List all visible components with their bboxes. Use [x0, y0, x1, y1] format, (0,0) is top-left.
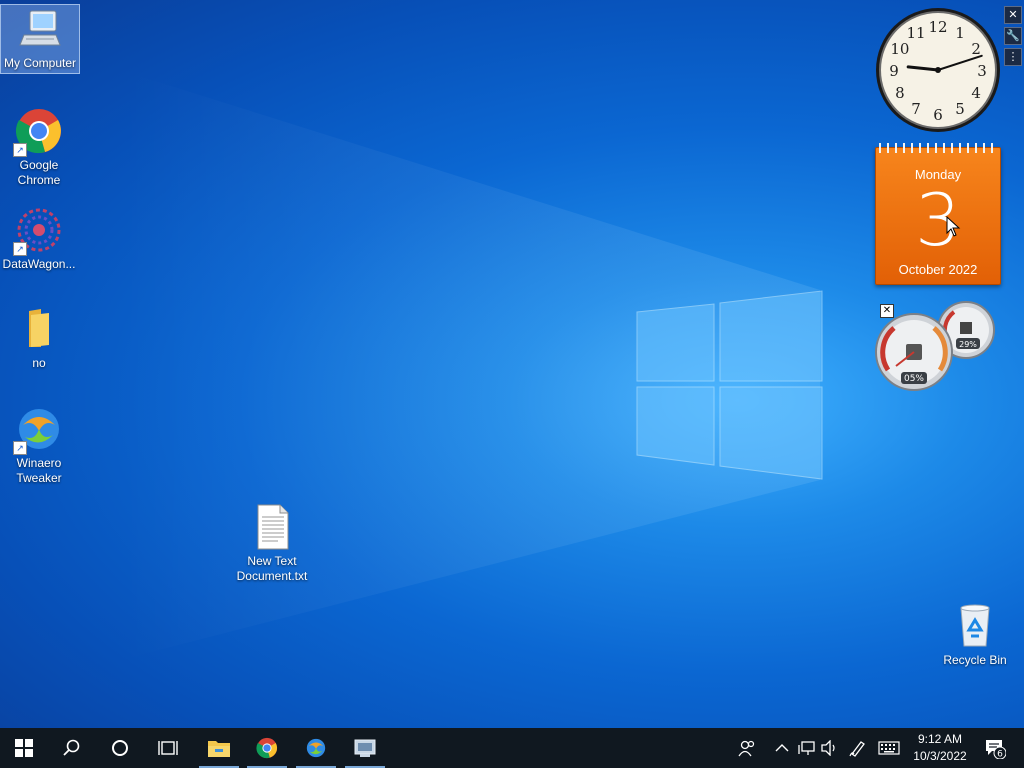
drag-handle-icon[interactable]: ⋮ [1004, 48, 1022, 66]
pen-workspace-button[interactable] [846, 728, 870, 768]
clock-gadget[interactable]: 12 1 2 3 4 5 6 7 8 9 10 11 [874, 6, 1002, 134]
start-button[interactable] [0, 728, 48, 768]
search-button[interactable] [48, 728, 96, 768]
desktop-icon-label: My Computer [3, 56, 77, 70]
shortcut-arrow-icon: ↗ [13, 441, 27, 455]
clock-numeral: 7 [911, 100, 921, 118]
desktop-icon-new-text-document[interactable]: New Text Document.txt [233, 503, 311, 584]
chrome-icon: ↗ [13, 107, 63, 157]
clock-numeral: 3 [977, 62, 987, 80]
desktop-icon-my-computer[interactable]: My Computer [0, 4, 80, 74]
text-file-icon [248, 503, 296, 551]
desktop-icon-label: Google Chrome [17, 158, 61, 187]
clock-numeral: 2 [971, 40, 981, 58]
keyboard-icon [878, 741, 900, 755]
notifications-icon: 6 [986, 740, 1006, 760]
desktop-icon-folder-no[interactable]: no [0, 305, 78, 371]
calendar-rings [879, 143, 997, 153]
computer-icon [16, 5, 64, 53]
desktop-icon-google-chrome[interactable]: ↗ Google Chrome [0, 107, 78, 188]
network-icon [798, 741, 815, 755]
close-icon[interactable]: ✕ [880, 304, 894, 318]
close-icon[interactable]: ✕ [1004, 6, 1022, 24]
clock-numeral: 6 [933, 106, 943, 124]
taskbar-file-explorer[interactable] [195, 728, 243, 768]
clock-numeral: 11 [906, 24, 925, 42]
desktop-icon-recycle-bin[interactable]: Recycle Bin [936, 602, 1014, 668]
chrome-icon [256, 737, 278, 759]
taskbar-time: 9:12 AM [917, 732, 963, 746]
desktop-icon-label: no [32, 356, 46, 370]
taskbar-date: 10/3/2022 [913, 749, 967, 763]
clock-numeral: 1 [955, 24, 965, 42]
memory-usage-label: 29% [959, 340, 977, 349]
calendar-day: 3 [915, 178, 961, 262]
show-hidden-icons-button[interactable] [772, 728, 792, 768]
pen-icon [849, 741, 865, 757]
calendar-month-year: October 2022 [898, 262, 978, 277]
file-explorer-icon [208, 741, 230, 757]
people-button[interactable] [734, 728, 760, 768]
desktop-icon-datawagon[interactable]: ↗ DataWagon... [0, 206, 78, 272]
folder-icon [15, 305, 63, 353]
recycle-bin-icon [951, 602, 999, 650]
cortana-icon [112, 740, 128, 756]
desktop[interactable]: My Computer ↗ Google Chrome ↗ DataWagon. [0, 0, 1024, 728]
chevron-up-icon [775, 744, 789, 752]
desktop-icon-winaero-tweaker[interactable]: ↗ Winaero Tweaker [0, 405, 78, 486]
gadgets-icon [354, 739, 376, 757]
search-icon [63, 739, 80, 756]
network-button[interactable] [796, 728, 818, 768]
taskbar-gadgets[interactable] [341, 728, 389, 768]
touch-keyboard-button[interactable] [876, 728, 902, 768]
taskbar-google-chrome[interactable] [243, 728, 291, 768]
action-center-button[interactable]: 6 [980, 728, 1010, 768]
taskbar: 9:12 AM 10/3/2022 6 [0, 728, 1024, 768]
taskbar-winaero-tweaker[interactable] [292, 728, 340, 768]
wrench-icon[interactable]: 🔧 [1004, 27, 1022, 45]
taskbar-clock[interactable]: 9:12 AM 10/3/2022 [905, 731, 975, 765]
clock-numeral: 8 [895, 84, 905, 102]
calendar-gadget[interactable]: Monday 3 October 2022 [875, 143, 1001, 285]
gadget-toolbar: ✕ 🔧 ⋮ [1004, 6, 1022, 69]
mouse-cursor-icon [946, 216, 961, 237]
windows-start-icon [15, 739, 33, 757]
notification-count-badge: 6 [997, 750, 1003, 760]
people-icon [738, 740, 755, 757]
task-view-icon [158, 741, 178, 755]
speaker-icon [821, 740, 835, 756]
clock-numeral: 10 [890, 40, 909, 58]
winaero-tweaker-icon: ↗ [13, 405, 63, 455]
clock-numeral: 9 [889, 62, 899, 80]
datawagon-icon: ↗ [13, 206, 63, 256]
cortana-button[interactable] [96, 728, 144, 768]
task-view-button[interactable] [144, 728, 192, 768]
clock-numeral: 5 [955, 100, 965, 118]
desktop-icon-label: Recycle Bin [943, 653, 1007, 667]
cpu-usage-label: 05% [904, 374, 924, 384]
desktop-icon-label: Winaero Tweaker [16, 456, 62, 485]
clock-numeral: 4 [971, 84, 981, 102]
desktop-icon-label: New Text Document.txt [236, 554, 308, 583]
winaero-tweaker-icon [306, 738, 326, 758]
windows-logo-wallpaper [120, 70, 823, 660]
volume-button[interactable] [818, 728, 840, 768]
shortcut-arrow-icon: ↗ [13, 242, 27, 256]
desktop-icon-label: DataWagon... [2, 257, 76, 271]
clock-numeral: 12 [928, 18, 947, 36]
shortcut-arrow-icon: ↗ [13, 143, 27, 157]
